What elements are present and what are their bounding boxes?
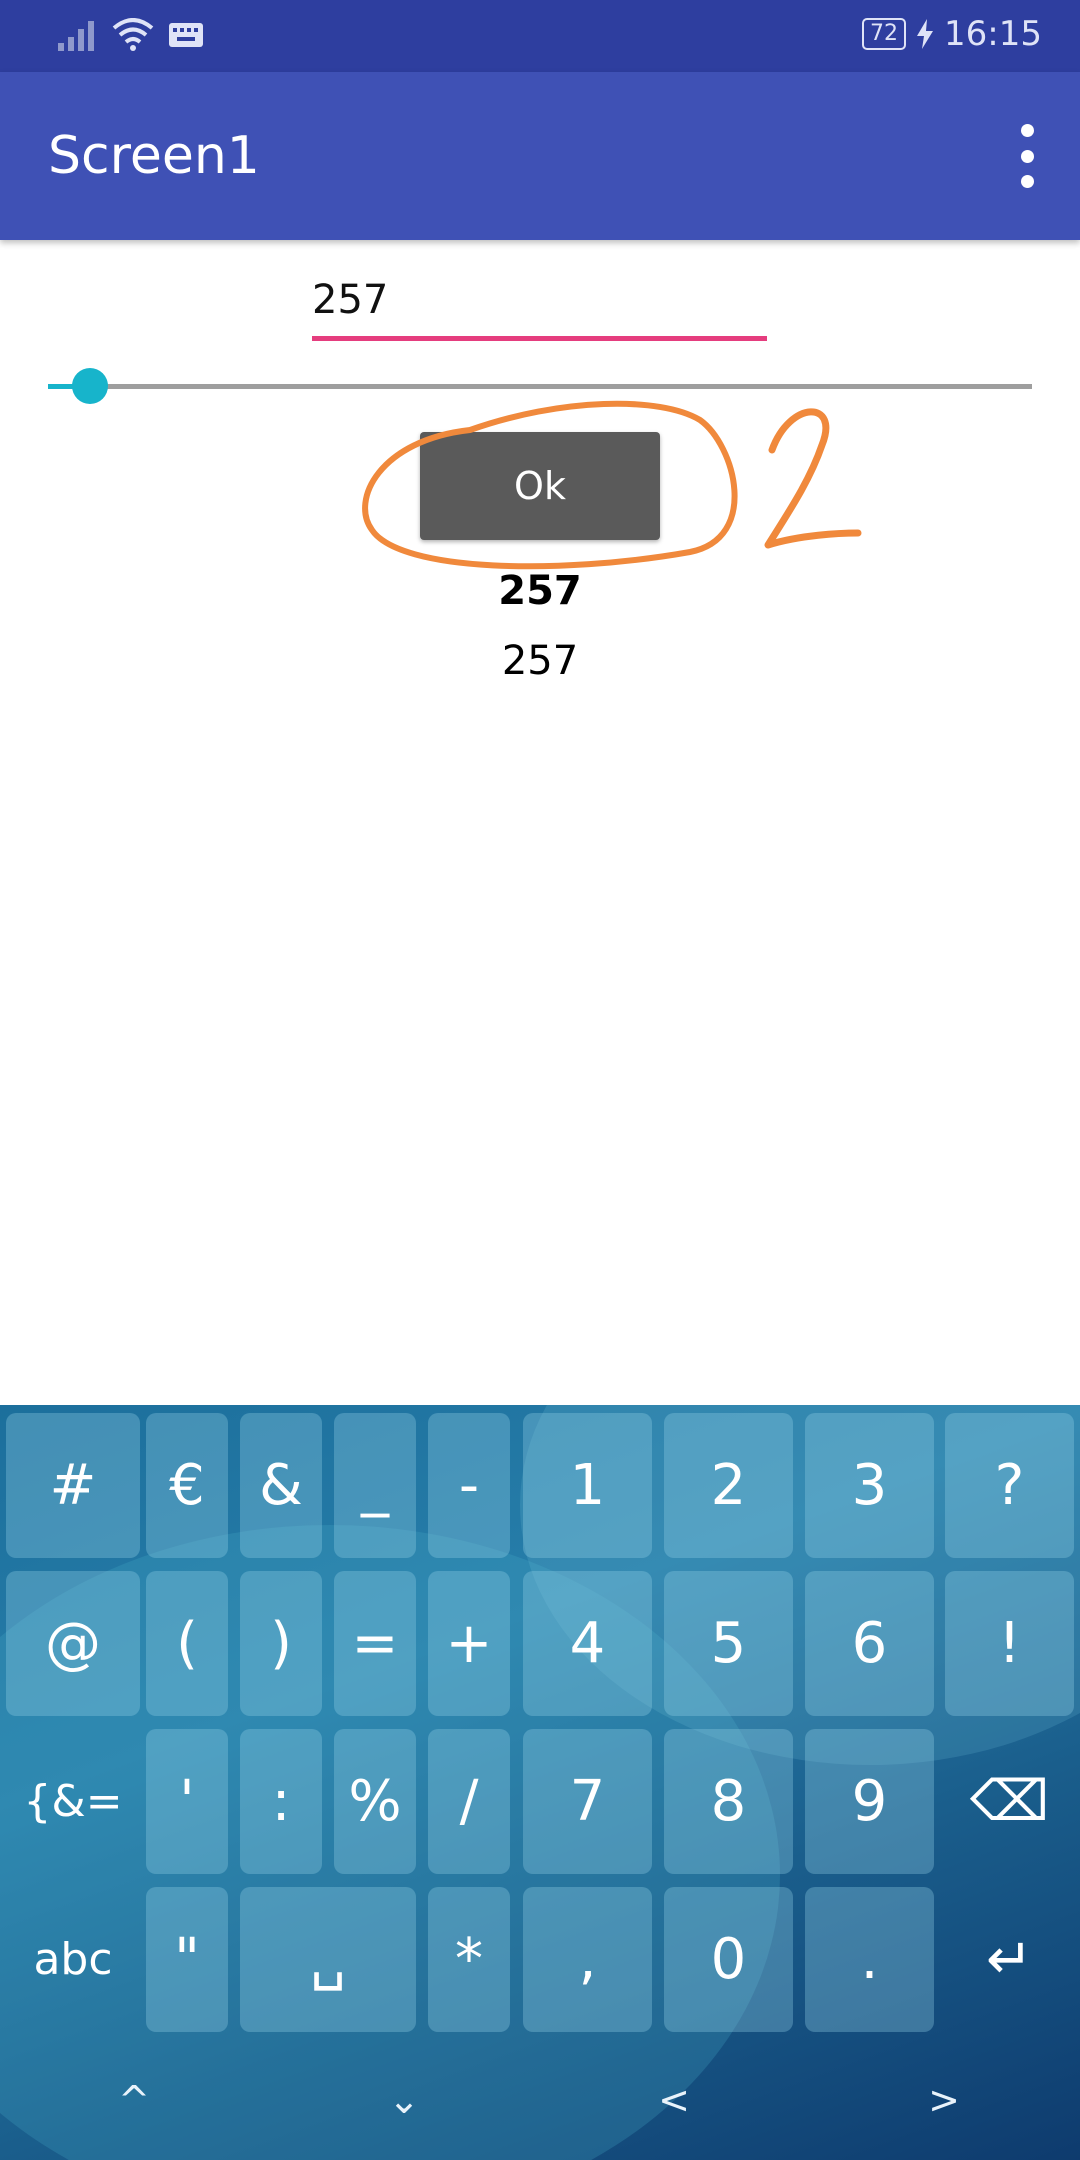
slider-track[interactable] — [48, 384, 1032, 389]
key[interactable]: = — [334, 1571, 416, 1716]
abc-key[interactable]: abc — [6, 1887, 140, 2032]
soft-keyboard: # € & _ -1 2 3? @() = +4 5 6! {&= ':%/7 8 9 ⌫ abc " ␣ *, 0. ↵ — [0, 1405, 1080, 2160]
key[interactable]: _ — [334, 1413, 416, 1558]
key[interactable]: ! — [945, 1571, 1074, 1716]
key[interactable]: 2 — [664, 1413, 793, 1558]
slider-thumb[interactable] — [71, 368, 108, 404]
wifi-icon — [112, 18, 154, 51]
key[interactable]: # — [6, 1413, 140, 1558]
result-label-bold: 257 — [498, 568, 582, 614]
key[interactable]: € — [146, 1413, 228, 1558]
key[interactable]: 6 — [805, 1571, 934, 1716]
cursor-up-button[interactable]: ^ — [104, 2078, 164, 2122]
number-textbox[interactable]: 257 — [312, 270, 767, 341]
key[interactable]: & — [240, 1413, 322, 1558]
key[interactable]: ? — [945, 1413, 1074, 1558]
key[interactable]: / — [428, 1729, 510, 1874]
battery-indicator: 72 — [862, 18, 907, 50]
status-bar: 72 16:15 — [0, 0, 1080, 72]
space-key[interactable]: ␣ — [240, 1887, 416, 2032]
key[interactable]: + — [428, 1571, 510, 1716]
key[interactable]: 7 — [523, 1729, 652, 1874]
charging-icon — [917, 19, 934, 49]
key[interactable]: 4 — [523, 1571, 652, 1716]
key[interactable]: 3 — [805, 1413, 934, 1558]
key[interactable]: . — [805, 1887, 934, 2032]
key[interactable]: ' — [146, 1729, 228, 1874]
clock: 16:15 — [944, 14, 1042, 54]
key[interactable]: - — [428, 1413, 510, 1558]
key[interactable]: ( — [146, 1571, 228, 1716]
cursor-down-button[interactable]: ⌄ — [374, 2078, 434, 2122]
signal-icon — [58, 21, 94, 51]
app-title: Screen1 — [48, 126, 260, 186]
key[interactable]: * — [428, 1887, 510, 2032]
app-bar: Screen1 — [0, 72, 1080, 240]
keyboard-icon — [169, 23, 203, 47]
key[interactable]: : — [240, 1729, 322, 1874]
key[interactable]: , — [523, 1887, 652, 2032]
key[interactable]: 0 — [664, 1887, 793, 2032]
key[interactable]: 1 — [523, 1413, 652, 1558]
ok-button[interactable]: Ok — [420, 432, 660, 540]
key[interactable]: ) — [240, 1571, 322, 1716]
cursor-right-button[interactable]: > — [914, 2078, 974, 2122]
backspace-key[interactable]: ⌫ — [945, 1729, 1074, 1874]
key[interactable]: 5 — [664, 1571, 793, 1716]
key[interactable]: " — [146, 1887, 228, 2032]
key[interactable]: % — [334, 1729, 416, 1874]
key[interactable]: 8 — [664, 1729, 793, 1874]
enter-key[interactable]: ↵ — [945, 1887, 1074, 2032]
symbols-page-key[interactable]: {&= — [6, 1729, 140, 1874]
overflow-menu-icon[interactable] — [1002, 124, 1052, 188]
result-label: 257 — [501, 638, 579, 684]
key[interactable]: 9 — [805, 1729, 934, 1874]
cursor-left-button[interactable]: < — [644, 2078, 704, 2122]
key[interactable]: @ — [6, 1571, 140, 1716]
